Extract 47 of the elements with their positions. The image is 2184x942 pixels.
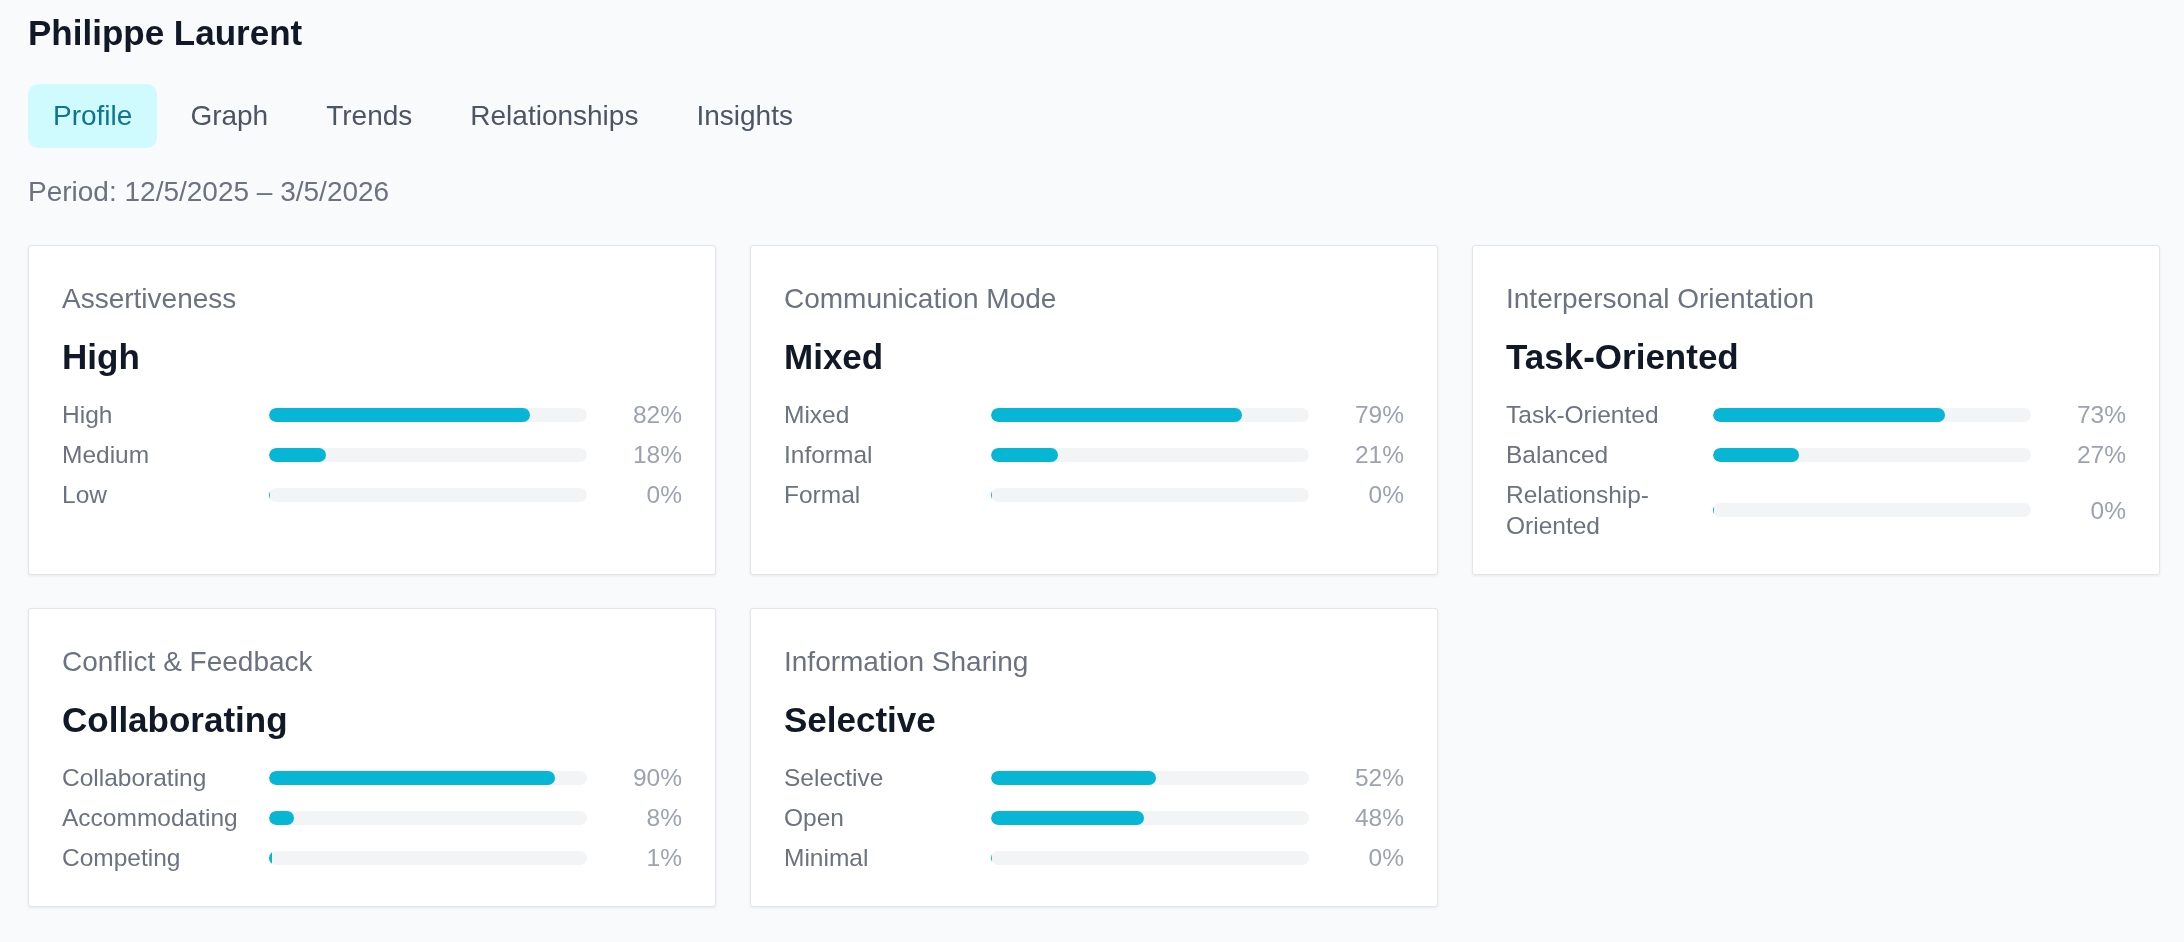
card-title: Assertiveness xyxy=(62,282,238,316)
card-value: Task-Oriented xyxy=(1506,336,1740,378)
category-label: Informal xyxy=(784,440,873,470)
tab[interactable]: Relationships xyxy=(445,84,664,148)
percent-text: 82% xyxy=(632,400,682,430)
category-label: Task-Oriented xyxy=(1506,400,1659,430)
category-label: Accommodating xyxy=(62,803,238,833)
category-label: Open xyxy=(784,803,844,833)
percent-text: 27% xyxy=(2076,440,2126,470)
category-label: Formal xyxy=(784,480,861,510)
percent-text: 1% xyxy=(646,843,682,873)
card-title: Information Sharing xyxy=(784,645,1030,679)
percent-text: 0% xyxy=(1368,480,1404,510)
card-value: Selective xyxy=(784,699,937,741)
category-label: High xyxy=(62,400,113,430)
tab[interactable]: Profile xyxy=(28,84,158,148)
card-value: Collaborating xyxy=(62,699,289,741)
percent-text: 0% xyxy=(646,480,682,510)
percent-text: 0% xyxy=(1368,843,1404,873)
tab[interactable]: Graph xyxy=(165,84,294,148)
percent-text: 8% xyxy=(646,803,682,833)
category-label: Balanced xyxy=(1506,440,1609,470)
category-label: Competing xyxy=(62,843,181,873)
category-label: Mixed xyxy=(784,400,850,430)
percent-text: 90% xyxy=(632,763,682,793)
period-text: Period: 12/5/2025 – 3/5/2026 xyxy=(28,175,390,209)
category-label: Medium xyxy=(62,440,150,470)
card-value: Mixed xyxy=(784,336,885,378)
card-title: Conflict & Feedback xyxy=(62,645,314,679)
percent-text: 0% xyxy=(2090,495,2126,526)
profile-name: Philippe Laurent xyxy=(28,12,303,54)
card-value: High xyxy=(62,336,141,378)
category-label: Relationship-Oriented xyxy=(1506,480,1650,541)
percent-text: 21% xyxy=(1354,440,1404,470)
percent-text: 79% xyxy=(1354,400,1404,430)
category-label: Low xyxy=(62,480,107,510)
tab[interactable]: Insights xyxy=(671,84,818,148)
category-label: Selective xyxy=(784,763,884,793)
card-title: Interpersonal Orientation xyxy=(1506,282,1816,316)
category-label: Minimal xyxy=(784,843,869,873)
percent-text: 73% xyxy=(2076,400,2126,430)
category-label: Collaborating xyxy=(62,763,207,793)
percent-text: 18% xyxy=(632,440,682,470)
percent-text: 52% xyxy=(1354,763,1404,793)
card-title: Communication Mode xyxy=(784,282,1058,316)
percent-text: 48% xyxy=(1354,803,1404,833)
tab[interactable]: Trends xyxy=(301,84,438,148)
